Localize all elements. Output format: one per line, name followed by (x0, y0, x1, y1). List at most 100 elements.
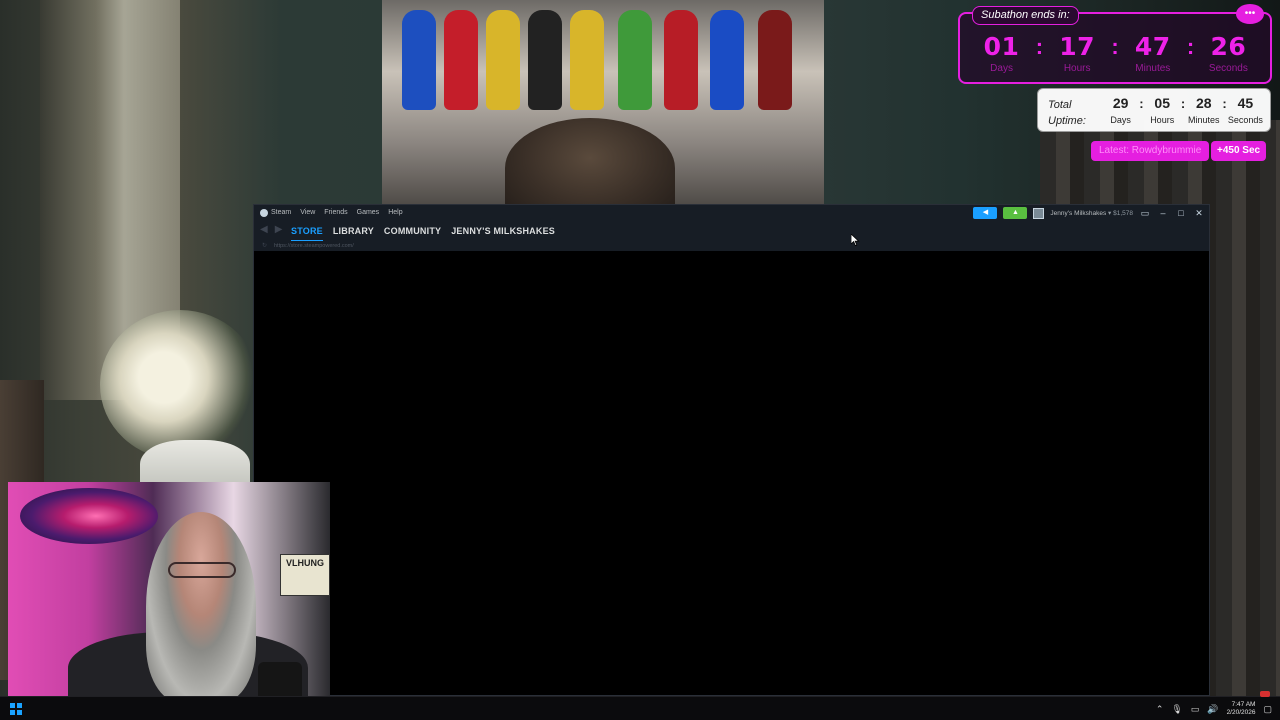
uptime-title: Total Uptime: (1048, 97, 1094, 129)
minimize-icon: – (1160, 208, 1166, 218)
steam-menu-bar: Steam View Friends Games Help (260, 205, 403, 221)
uptime-minutes-value: 28 (1195, 95, 1212, 111)
megaphone-icon: ◀ (982, 209, 989, 216)
latest-subscriber-badge: Latest: Rowdybrummie (1091, 141, 1210, 161)
uptime-minutes-label: Minutes (1188, 115, 1220, 125)
painting-figure (528, 10, 562, 110)
microphone-icon[interactable]: 🎙 (1171, 704, 1182, 715)
minimize-button[interactable]: – (1157, 207, 1169, 219)
steam-logo-icon (260, 209, 268, 217)
uptime-row: 29 Days : 05 Hours : 28 Minutes : 45 Sec… (1102, 95, 1264, 125)
uptime-hours: 05 Hours (1144, 95, 1181, 125)
subathon-separator: : (1111, 34, 1119, 59)
painting-figure (758, 10, 792, 110)
url-text[interactable]: https://store.steampowered.com/ (274, 241, 354, 251)
uptime-title-line2: Uptime: (1048, 115, 1086, 127)
subathon-timer: Subathon ends in: ••• 01 Days : 17 Hours… (958, 4, 1272, 84)
subathon-badge-icon: ••• (1236, 4, 1264, 24)
clock-time: 7:47 AM (1231, 701, 1256, 708)
maximize-button[interactable]: □ (1175, 207, 1187, 219)
subathon-row: 01 Days : 17 Hours : 47 Minutes : 26 Sec… (960, 32, 1270, 74)
network-icon[interactable]: ▭ (1191, 704, 1200, 715)
subathon-minutes-value: 47 (1134, 32, 1171, 61)
system-tray: ⌃ 🎙 ▭ 🔊 7:47 AM 2/20/2026 ▢ (1156, 699, 1272, 719)
streamer-webcam: VLHUNG (8, 482, 330, 710)
reload-icon[interactable]: ↻ (262, 241, 267, 251)
uptime-title-line1: Total (1048, 99, 1072, 111)
view-menu-item[interactable]: View (300, 205, 315, 221)
volume-icon[interactable]: 🔊 (1207, 704, 1218, 715)
notification-center-icon[interactable]: ▢ (1263, 704, 1272, 715)
windows-taskbar: ⌃ 🎙 ▭ 🔊 7:47 AM 2/20/2026 ▢ (0, 691, 1280, 720)
painting-figure (570, 10, 604, 110)
uptime-timer: Total Uptime: 29 Days : 05 Hours : 28 Mi… (1037, 88, 1271, 132)
uptime-seconds-value: 45 (1237, 95, 1254, 111)
uptime-days: 29 Days (1102, 95, 1139, 125)
tray-overflow-icon[interactable]: ⌃ (1156, 704, 1164, 715)
help-menu-item[interactable]: Help (388, 205, 402, 221)
account-menu[interactable]: Jenny's Milkshakes ▾ $1,578 (1050, 209, 1133, 217)
time-bonus-badge: +450 Sec (1211, 141, 1267, 161)
painting-figure (486, 10, 520, 110)
subathon-days-label: Days (990, 63, 1013, 74)
clock-date: 2/20/2026 (1226, 709, 1256, 716)
subathon-separator: : (1035, 34, 1044, 59)
painting-figure (618, 10, 652, 110)
streamer-glasses (168, 562, 236, 578)
flowers (100, 310, 260, 460)
announcements-button[interactable]: ◀ (973, 207, 998, 219)
steam-tabs: STORE LIBRARY COMMUNITY JENNY'S MILKSHAK… (291, 222, 555, 242)
painting-figure (664, 10, 698, 110)
taskbar-clock[interactable]: 7:47 AM 2/20/2026 (1227, 701, 1256, 717)
tab-library[interactable]: LIBRARY (333, 222, 374, 242)
steam-menu-item[interactable]: Steam (260, 205, 291, 221)
subathon-days-value: 01 (983, 32, 1020, 61)
steam-nav-bar: ◀ ▶ STORE LIBRARY COMMUNITY JENNY'S MILK… (254, 221, 1209, 242)
close-button[interactable]: ✕ (1193, 207, 1205, 219)
uptime-seconds-label: Seconds (1227, 115, 1263, 125)
license-plate-text: VLHUNG (286, 558, 324, 568)
account-name: Jenny's Milkshakes (1050, 210, 1107, 217)
painting-figure (710, 10, 744, 110)
tab-profile[interactable]: JENNY'S MILKSHAKES (451, 222, 555, 242)
subathon-seconds-label: Seconds (1208, 63, 1248, 74)
subathon-days: 01 Days (973, 32, 1031, 74)
bell-icon: ▲ (1011, 209, 1019, 216)
tab-community[interactable]: COMMUNITY (384, 222, 441, 242)
uptime-days-label: Days (1110, 115, 1131, 125)
subathon-hours-value: 17 (1059, 32, 1096, 61)
steam-titlebar: Steam View Friends Games Help ◀ ▲ Jenny'… (254, 205, 1209, 221)
forward-arrow-icon[interactable]: ▶ (275, 224, 283, 235)
painting-figure (402, 10, 436, 110)
streamer-face (146, 512, 256, 702)
subathon-hours-label: Hours (1063, 63, 1091, 74)
painting-figure (444, 10, 478, 110)
recording-indicator-icon (1260, 691, 1270, 697)
uptime-hours-value: 05 (1154, 95, 1170, 111)
close-icon: ✕ (1195, 208, 1203, 218)
uptime-seconds: 45 Seconds (1227, 95, 1264, 125)
subathon-separator: : (1186, 34, 1195, 59)
steam-content-area[interactable] (254, 251, 1209, 695)
license-plate: VLHUNG (280, 554, 330, 596)
subathon-header: Subathon ends in: (972, 6, 1079, 25)
person-head-background (505, 118, 675, 218)
uptime-hours-label: Hours (1150, 115, 1175, 125)
big-picture-button[interactable]: ▭ (1139, 207, 1151, 219)
uptime-minutes: 28 Minutes (1185, 95, 1222, 125)
wallet-balance: $1,578 (1113, 210, 1133, 217)
windows-start-icon[interactable] (10, 703, 22, 715)
notifications-button[interactable]: ▲ (1003, 207, 1028, 219)
games-menu-item[interactable]: Games (357, 205, 380, 221)
subathon-seconds: 26 Seconds (1199, 32, 1257, 74)
friends-menu-item[interactable]: Friends (324, 205, 347, 221)
tab-store[interactable]: STORE (291, 222, 323, 242)
nav-arrows: ◀ ▶ (260, 224, 282, 235)
back-arrow-icon[interactable]: ◀ (260, 224, 268, 235)
subathon-seconds-value: 26 (1210, 32, 1247, 61)
subathon-hours: 17 Hours (1048, 32, 1106, 74)
galaxy-decor (20, 488, 158, 544)
account-avatar[interactable] (1033, 207, 1045, 219)
maximize-icon: □ (1178, 208, 1184, 218)
uptime-days-value: 29 (1112, 95, 1129, 111)
